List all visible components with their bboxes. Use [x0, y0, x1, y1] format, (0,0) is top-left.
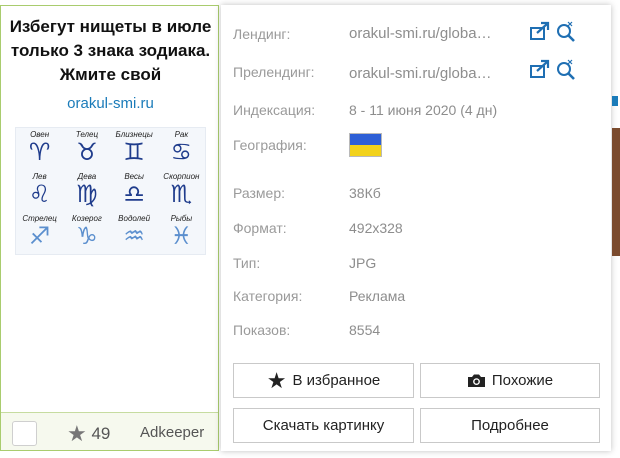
- zodiac-cell: Весы ♎: [111, 170, 158, 212]
- add-to-favorites-label: В избранное: [292, 372, 381, 389]
- download-image-label: Скачать картинку: [262, 417, 385, 434]
- open-external-icon[interactable]: [529, 58, 551, 80]
- zodiac-sign-icon: ♑: [76, 222, 98, 250]
- favorite-count-value: 49: [91, 424, 111, 443]
- zodiac-sign-icon: ♒: [123, 222, 145, 250]
- ad-network-name: Adkeeper: [140, 424, 205, 441]
- zodiac-cell: Водолей ♒: [111, 212, 158, 254]
- zodiac-sign-icon: ♌: [28, 180, 51, 208]
- zodiac-cell: Рак ♋: [158, 128, 205, 170]
- star-icon: ★: [67, 421, 87, 446]
- download-image-button[interactable]: Скачать картинку: [233, 408, 414, 443]
- ukraine-flag-icon[interactable]: [349, 133, 382, 157]
- ad-image-zodiac[interactable]: Овен ♈ Телец ♉ Близнецы ♊ Рак ♋ Лев ♌ Дева ♍ Весы ♎ Ск…: [15, 127, 206, 255]
- indexing-value: 8 - 11 июня 2020 (4 дн): [349, 102, 498, 118]
- select-checkbox[interactable]: [12, 421, 37, 446]
- add-to-favorites-button[interactable]: ★ В избранное: [233, 363, 414, 398]
- zodiac-cell: Лев ♌: [16, 170, 63, 212]
- ad-title[interactable]: Избегут нищеты в июле только 3 знака зод…: [7, 15, 214, 87]
- zodiac-cell: Дева ♍: [63, 170, 110, 212]
- shows-label: Показов:: [233, 322, 291, 338]
- star-icon: ★: [266, 367, 287, 393]
- similar-button[interactable]: Похожие: [420, 363, 600, 398]
- landing-url[interactable]: orakul-smi.ru/globa…: [349, 25, 521, 42]
- zodiac-sign-icon: ♉: [76, 138, 98, 166]
- zodiac-cell: Рыбы ♓: [158, 212, 205, 254]
- card-footer: ★ 49 Adkeeper: [1, 412, 218, 450]
- zodiac-cell: Телец ♉: [63, 128, 110, 170]
- size-value: 38Кб: [349, 185, 381, 201]
- open-external-icon[interactable]: [529, 20, 551, 42]
- zodiac-sign-icon: ♋: [170, 138, 193, 166]
- format-label: Формат:: [233, 220, 287, 236]
- prelanding-url[interactable]: orakul-smi.ru/globa…: [349, 65, 521, 82]
- next-ad-card-clipped[interactable]: [612, 8, 620, 448]
- shows-value: 8554: [349, 322, 381, 338]
- next-ad-image-fragment: [612, 128, 620, 256]
- type-label: Тип:: [233, 255, 261, 271]
- landing-label: Лендинг:: [233, 26, 291, 42]
- zodiac-cell: Скорпион ♏: [158, 170, 205, 212]
- category-value: Реклама: [349, 288, 406, 304]
- zodiac-sign-icon: ♍: [76, 180, 98, 208]
- zodiac-sign-icon: ♎: [123, 180, 145, 208]
- format-value: 492x328: [349, 220, 403, 236]
- geo-label: География:: [233, 137, 307, 153]
- more-details-button[interactable]: Подробнее: [420, 408, 600, 443]
- search-magnifier-icon[interactable]: [554, 58, 576, 80]
- indexing-label: Индексация:: [233, 102, 316, 118]
- prelanding-label: Прелендинг:: [233, 64, 315, 80]
- favorite-count[interactable]: ★ 49: [67, 421, 110, 447]
- ad-card[interactable]: Избегут нищеты в июле только 3 знака зод…: [0, 5, 219, 451]
- more-details-label: Подробнее: [471, 417, 549, 434]
- ad-domain-link[interactable]: orakul-smi.ru: [1, 95, 220, 112]
- ad-details-panel: Лендинг: orakul-smi.ru/globa… Прелендинг…: [221, 5, 611, 451]
- next-ad-domain-fragment: [612, 96, 618, 106]
- zodiac-sign-icon: ♓: [170, 222, 193, 250]
- zodiac-cell: Близнецы ♊: [111, 128, 158, 170]
- zodiac-cell: Стрелец ♐: [16, 212, 63, 254]
- zodiac-cell: Овен ♈: [16, 128, 63, 170]
- zodiac-sign-icon: ♐: [28, 222, 51, 250]
- zodiac-sign-icon: ♏: [170, 180, 193, 208]
- camera-icon: [467, 374, 485, 387]
- zodiac-sign-icon: ♈: [28, 138, 51, 166]
- zodiac-cell: Козерог ♑: [63, 212, 110, 254]
- size-label: Размер:: [233, 185, 286, 201]
- similar-label: Похожие: [491, 372, 554, 389]
- category-label: Категория:: [233, 288, 303, 304]
- search-magnifier-icon[interactable]: [554, 20, 576, 42]
- zodiac-sign-icon: ♊: [123, 138, 145, 166]
- type-value: JPG: [349, 255, 377, 271]
